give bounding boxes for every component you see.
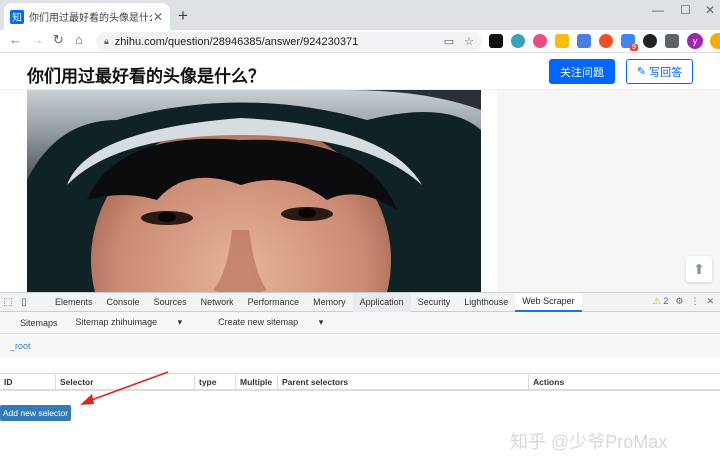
- arrow-up-icon: ⬆: [693, 260, 705, 277]
- zhihu-favicon-icon: 知: [10, 9, 24, 24]
- extension-badge: 9: [630, 44, 638, 51]
- menu-sitemap-zhihuimage[interactable]: Sitemap zhihuimage ▾: [76, 317, 201, 328]
- menu-create-new-sitemap[interactable]: Create new sitemap ▾: [218, 317, 341, 328]
- back-icon[interactable]: ←: [9, 32, 22, 47]
- question-title: 你们用过最好看的头像是什么？: [27, 67, 265, 86]
- maximize-icon[interactable]: ☐: [680, 3, 691, 17]
- minimize-icon[interactable]: —: [652, 3, 664, 17]
- caret-down-icon: ▾: [177, 317, 183, 327]
- follow-question-button[interactable]: 关注问题: [549, 59, 615, 84]
- devtools-tab-network[interactable]: Network: [194, 293, 241, 312]
- close-icon[interactable]: ✕: [152, 10, 164, 24]
- devtools-tab-console[interactable]: Console: [100, 293, 147, 312]
- back-to-top-button[interactable]: ⬆: [686, 256, 712, 282]
- close-devtools-icon[interactable]: ✕: [706, 296, 714, 307]
- column-id: ID: [4, 377, 13, 387]
- breadcrumb-root[interactable]: _root: [10, 341, 31, 351]
- write-answer-button[interactable]: ✎ 写回答: [626, 59, 693, 84]
- window-close-icon[interactable]: ✕: [705, 3, 715, 17]
- profile-avatar-2[interactable]: [710, 33, 720, 49]
- breadcrumb: _root: [0, 335, 720, 357]
- webscraper-menu-bar: Sitemaps Sitemap zhihuimage ▾ Create new…: [0, 312, 720, 334]
- column-actions: Actions: [528, 374, 720, 390]
- page-viewport: 你们用过最好看的头像是什么？ 关注问题 ✎ 写回答 ⬆: [0, 54, 720, 292]
- address-bar[interactable]: 🔒︎ zhihu.com/question/28946385/answer/92…: [96, 32, 482, 51]
- extension-icon-8[interactable]: [643, 34, 657, 48]
- write-answer-label: 写回答: [649, 66, 683, 79]
- devtools-tab-bar: ⬚ ▯ Elements Console Sources Network Per…: [0, 292, 720, 312]
- warning-count: 2: [663, 296, 669, 306]
- annotation-arrow: [80, 371, 169, 405]
- profile-avatar[interactable]: y: [687, 33, 703, 49]
- browser-toolbar: ← → ↻ ⌂ 🔒︎ zhihu.com/question/28946385/a…: [0, 30, 720, 53]
- devtools-tab-elements[interactable]: Elements: [48, 293, 100, 312]
- answer-photo[interactable]: [27, 90, 481, 292]
- bookmark-star-icon[interactable]: ☆: [464, 35, 474, 48]
- extensions-puzzle-icon[interactable]: [665, 34, 679, 48]
- devtools-tab-memory[interactable]: Memory: [306, 293, 353, 312]
- forward-icon[interactable]: →: [31, 32, 44, 47]
- warning-icon: ⚠: [652, 296, 661, 306]
- lock-icon: 🔒︎: [104, 36, 109, 46]
- home-icon[interactable]: ⌂: [75, 32, 83, 47]
- menu-sitemaps[interactable]: Sitemaps: [20, 318, 58, 328]
- devtools-tab-lighthouse[interactable]: Lighthouse: [457, 293, 515, 312]
- more-options-icon[interactable]: ⋮: [690, 296, 699, 307]
- watermark: 知乎 @少爷ProMax: [510, 432, 668, 452]
- extension-icon-4[interactable]: [555, 34, 569, 48]
- cast-icon[interactable]: ▭: [444, 35, 454, 48]
- devtools-tab-web-scraper[interactable]: Web Scraper: [515, 292, 582, 312]
- devtools-right-controls: ⚠ 2 ⚙ ⋮ ✕: [653, 296, 714, 307]
- extension-icon-2[interactable]: [511, 34, 525, 48]
- extension-icon-5[interactable]: [577, 34, 591, 48]
- browser-tab[interactable]: 知 你们用过最好看的头像是什么？ - 知乎 ✕: [4, 3, 170, 30]
- question-header: 你们用过最好看的头像是什么？ 关注问题 ✎ 写回答: [0, 54, 720, 90]
- new-tab-button[interactable]: +: [178, 6, 188, 26]
- extension-icon-6[interactable]: [599, 34, 613, 48]
- warnings-counter[interactable]: ⚠ 2: [653, 296, 669, 307]
- devtools-tab-security[interactable]: Security: [411, 293, 458, 312]
- reload-icon[interactable]: ↻: [53, 32, 64, 48]
- devtools-tab-application[interactable]: Application: [352, 292, 411, 312]
- pencil-icon: ✎: [636, 66, 647, 78]
- menu-create-new-sitemap-label: Create new sitemap: [218, 317, 299, 327]
- caret-down-icon: ▾: [318, 317, 324, 327]
- device-toolbar-icon[interactable]: ▯: [16, 297, 32, 308]
- extension-icon-3[interactable]: [533, 34, 547, 48]
- extension-icon-1[interactable]: [489, 34, 503, 48]
- menu-sitemap-zhihuimage-label: Sitemap zhihuimage: [75, 317, 158, 327]
- settings-gear-icon[interactable]: ⚙: [675, 296, 683, 307]
- devtools-tab-sources[interactable]: Sources: [147, 293, 194, 312]
- tab-title: 你们用过最好看的头像是什么？ - 知乎: [29, 13, 152, 24]
- column-parent-selectors: Parent selectors: [277, 374, 528, 390]
- devtools-tab-performance[interactable]: Performance: [241, 293, 307, 312]
- add-new-selector-button[interactable]: Add new selector: [0, 405, 71, 421]
- column-type: type: [194, 374, 235, 390]
- browser-tab-strip: 知 你们用过最好看的头像是什么？ - 知乎 ✕ + — ☐ ✕: [0, 0, 720, 30]
- inspect-element-icon[interactable]: ⬚: [0, 297, 16, 308]
- column-multiple: Multiple: [235, 374, 277, 390]
- url-text: zhihu.com/question/28946385/answer/92423…: [114, 35, 359, 48]
